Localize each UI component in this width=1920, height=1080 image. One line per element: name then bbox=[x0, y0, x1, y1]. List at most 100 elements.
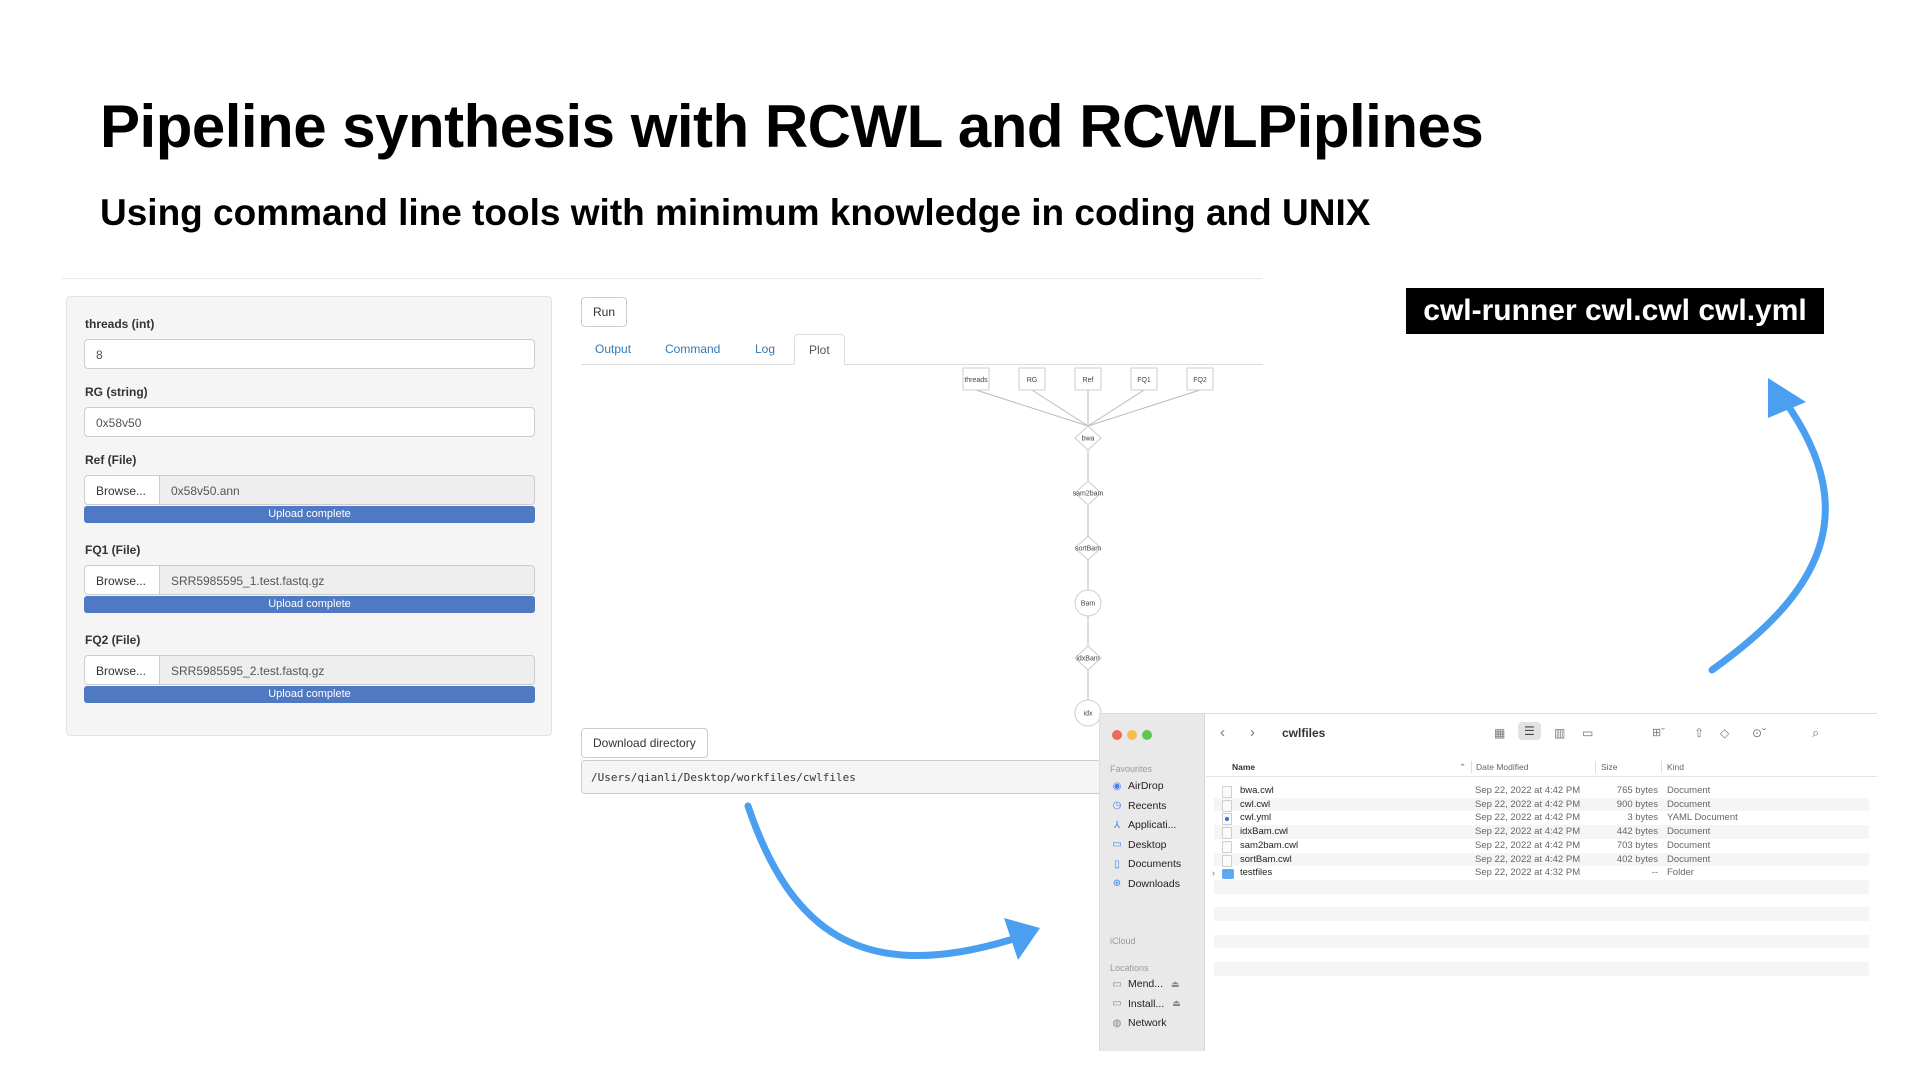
locations-header: Locations bbox=[1110, 963, 1149, 973]
minimize-window-icon[interactable] bbox=[1127, 730, 1137, 740]
sidebar-item-label: AirDrop bbox=[1128, 780, 1164, 792]
table-row[interactable]: cwl.yml Sep 22, 2022 at 4:42 PM 3 bytes YAM… bbox=[1214, 811, 1869, 826]
table-row[interactable]: sam2bam.cwl Sep 22, 2022 at 4:42 PM 703 by… bbox=[1214, 839, 1869, 853]
cell-name: sam2bam.cwl bbox=[1240, 839, 1299, 851]
finder-window: Favourites ◉ AirDrop ◷ Recents ⅄ Applicati...… bbox=[1099, 713, 1877, 1051]
more-actions-icon[interactable]: ⊙ˇ bbox=[1752, 726, 1766, 740]
network-icon: ◍ bbox=[1112, 1017, 1122, 1029]
disclosure-chevron-icon[interactable]: › bbox=[1212, 868, 1215, 878]
cell-date: Sep 22, 2022 at 4:42 PM bbox=[1475, 853, 1581, 865]
sidebar-item[interactable]: ▭ Mend... ⏏ bbox=[1110, 978, 1180, 990]
sidebar-item[interactable]: ⊕ Downloads bbox=[1110, 878, 1180, 890]
sidebar-item-label: Mend... bbox=[1128, 978, 1164, 990]
desktop-icon: ▭ bbox=[1112, 839, 1122, 850]
cell-size: 402 bytes bbox=[1616, 853, 1658, 865]
cell-size: 3 bytes bbox=[1627, 812, 1658, 824]
airdrop-icon: ◉ bbox=[1112, 780, 1122, 792]
search-icon[interactable]: ⌕ bbox=[1812, 725, 1819, 741]
cell-kind: Document bbox=[1667, 785, 1711, 796]
cell-name: cwl.cwl bbox=[1240, 798, 1271, 810]
cell-name: idxBam.cwl bbox=[1240, 826, 1289, 838]
folder-icon bbox=[1222, 869, 1234, 880]
document-icon: ▯ bbox=[1114, 858, 1120, 870]
file-icon bbox=[1222, 827, 1232, 840]
cell-name: testfiles bbox=[1240, 867, 1273, 879]
cell-size: 442 bytes bbox=[1616, 826, 1658, 838]
icon-view-icon[interactable]: ▦ bbox=[1494, 726, 1505, 740]
empty-row bbox=[1214, 921, 1869, 935]
cell-size: -- bbox=[1651, 867, 1658, 879]
column-size[interactable]: Size bbox=[1601, 762, 1618, 772]
eject-icon[interactable]: ⏏ bbox=[1171, 979, 1180, 990]
sidebar-item[interactable]: ◍ Network bbox=[1110, 1017, 1167, 1029]
column-separator bbox=[1661, 761, 1662, 773]
tag-icon[interactable]: ◇ bbox=[1720, 726, 1729, 740]
favourites-header: Favourites bbox=[1110, 764, 1153, 774]
cell-date: Sep 22, 2022 at 4:42 PM bbox=[1475, 839, 1581, 851]
sidebar-item[interactable]: ▭ Desktop bbox=[1110, 838, 1167, 851]
share-icon[interactable]: ⇧ bbox=[1694, 726, 1704, 740]
column-kind[interactable]: Kind bbox=[1667, 762, 1684, 772]
column-view-icon[interactable]: ▥ bbox=[1554, 726, 1565, 740]
cell-size: 900 bytes bbox=[1616, 798, 1658, 810]
folder-title: cwlfiles bbox=[1282, 726, 1326, 740]
cell-date: Sep 22, 2022 at 4:42 PM bbox=[1475, 798, 1581, 810]
sidebar-item-label: Network bbox=[1128, 1017, 1167, 1029]
sidebar-item-label: Recents bbox=[1128, 799, 1167, 812]
empty-row bbox=[1214, 962, 1869, 976]
finder-toolbar: ‹ › cwlfiles ▦ ☰ ▥ ▭ ⊞ˇ ⇧ ◇ ⊙ˇ ⌕ bbox=[1206, 714, 1877, 754]
arrow-to-command bbox=[1708, 378, 1829, 674]
finder-sidebar: Favourites ◉ AirDrop ◷ Recents ⅄ Applicati...… bbox=[1100, 714, 1205, 1051]
eject-icon[interactable]: ⏏ bbox=[1172, 998, 1181, 1009]
empty-row bbox=[1214, 894, 1869, 908]
sidebar-item[interactable]: ⅄ Applicati... bbox=[1110, 819, 1177, 831]
file-icon bbox=[1222, 799, 1232, 812]
download-icon: ⊕ bbox=[1112, 878, 1122, 889]
back-icon[interactable]: ‹ bbox=[1220, 724, 1225, 741]
cell-kind: Folder bbox=[1667, 867, 1694, 879]
cell-kind: Document bbox=[1667, 798, 1711, 810]
group-icon[interactable]: ⊞ˇ bbox=[1652, 726, 1665, 739]
sidebar-item-label: Desktop bbox=[1128, 838, 1167, 851]
empty-row bbox=[1214, 907, 1869, 921]
cell-name: sortBam.cwl bbox=[1240, 853, 1292, 865]
sidebar-item-label: Documents bbox=[1128, 858, 1182, 870]
zoom-window-icon[interactable] bbox=[1142, 730, 1152, 740]
column-name[interactable]: Name bbox=[1232, 762, 1255, 772]
cell-kind: Document bbox=[1667, 853, 1711, 865]
cell-date: Sep 22, 2022 at 4:42 PM bbox=[1475, 785, 1581, 796]
sidebar-item-label: Install... bbox=[1128, 997, 1165, 1010]
column-separator bbox=[1595, 761, 1596, 773]
sidebar-item[interactable]: ◷ Recents bbox=[1110, 800, 1167, 812]
cell-size: 703 bytes bbox=[1616, 839, 1658, 851]
cell-date: Sep 22, 2022 at 4:42 PM bbox=[1475, 826, 1581, 838]
column-date-modified[interactable]: Date Modified bbox=[1476, 762, 1528, 772]
file-icon bbox=[1222, 813, 1232, 826]
cell-kind: Document bbox=[1667, 839, 1711, 851]
sidebar-item[interactable]: ▯ Documents bbox=[1110, 858, 1181, 870]
forward-icon[interactable]: › bbox=[1250, 724, 1255, 741]
gallery-view-icon[interactable]: ▭ bbox=[1582, 726, 1593, 740]
drive-icon: ▭ bbox=[1112, 998, 1122, 1009]
table-row[interactable]: › testfiles Sep 22, 2022 at 4:32 PM -- Folde… bbox=[1212, 866, 1869, 880]
list-view-icon[interactable]: ☰ bbox=[1518, 722, 1541, 740]
sidebar-item[interactable]: ◉ AirDrop bbox=[1110, 780, 1164, 792]
table-row[interactable]: bwa.cwl Sep 22, 2022 at 4:42 PM 765 bytes D… bbox=[1214, 784, 1869, 798]
empty-row bbox=[1214, 948, 1869, 962]
close-window-icon[interactable] bbox=[1112, 730, 1122, 740]
table-row[interactable]: sortBam.cwl Sep 22, 2022 at 4:42 PM 402 by… bbox=[1214, 852, 1869, 867]
clock-icon: ◷ bbox=[1112, 800, 1122, 811]
sidebar-item-label: Applicati... bbox=[1128, 819, 1177, 831]
cell-kind: YAML Document bbox=[1667, 812, 1738, 824]
table-row[interactable]: idxBam.cwl Sep 22, 2022 at 4:42 PM 442 byt… bbox=[1214, 825, 1869, 840]
sidebar-item-label: Downloads bbox=[1128, 877, 1180, 890]
icloud-header: iCloud bbox=[1110, 936, 1136, 946]
table-row[interactable]: cwl.cwl Sep 22, 2022 at 4:42 PM 900 bytes D… bbox=[1214, 797, 1869, 812]
cell-date: Sep 22, 2022 at 4:32 PM bbox=[1475, 867, 1581, 879]
sidebar-item[interactable]: ▭ Install... ⏏ bbox=[1110, 997, 1181, 1010]
empty-row bbox=[1214, 879, 1869, 894]
arrow-to-finder bbox=[744, 802, 1040, 960]
column-separator bbox=[1471, 761, 1472, 773]
sort-chevron-icon[interactable]: ⌃ bbox=[1459, 762, 1466, 773]
cell-name: cwl.yml bbox=[1240, 812, 1272, 824]
